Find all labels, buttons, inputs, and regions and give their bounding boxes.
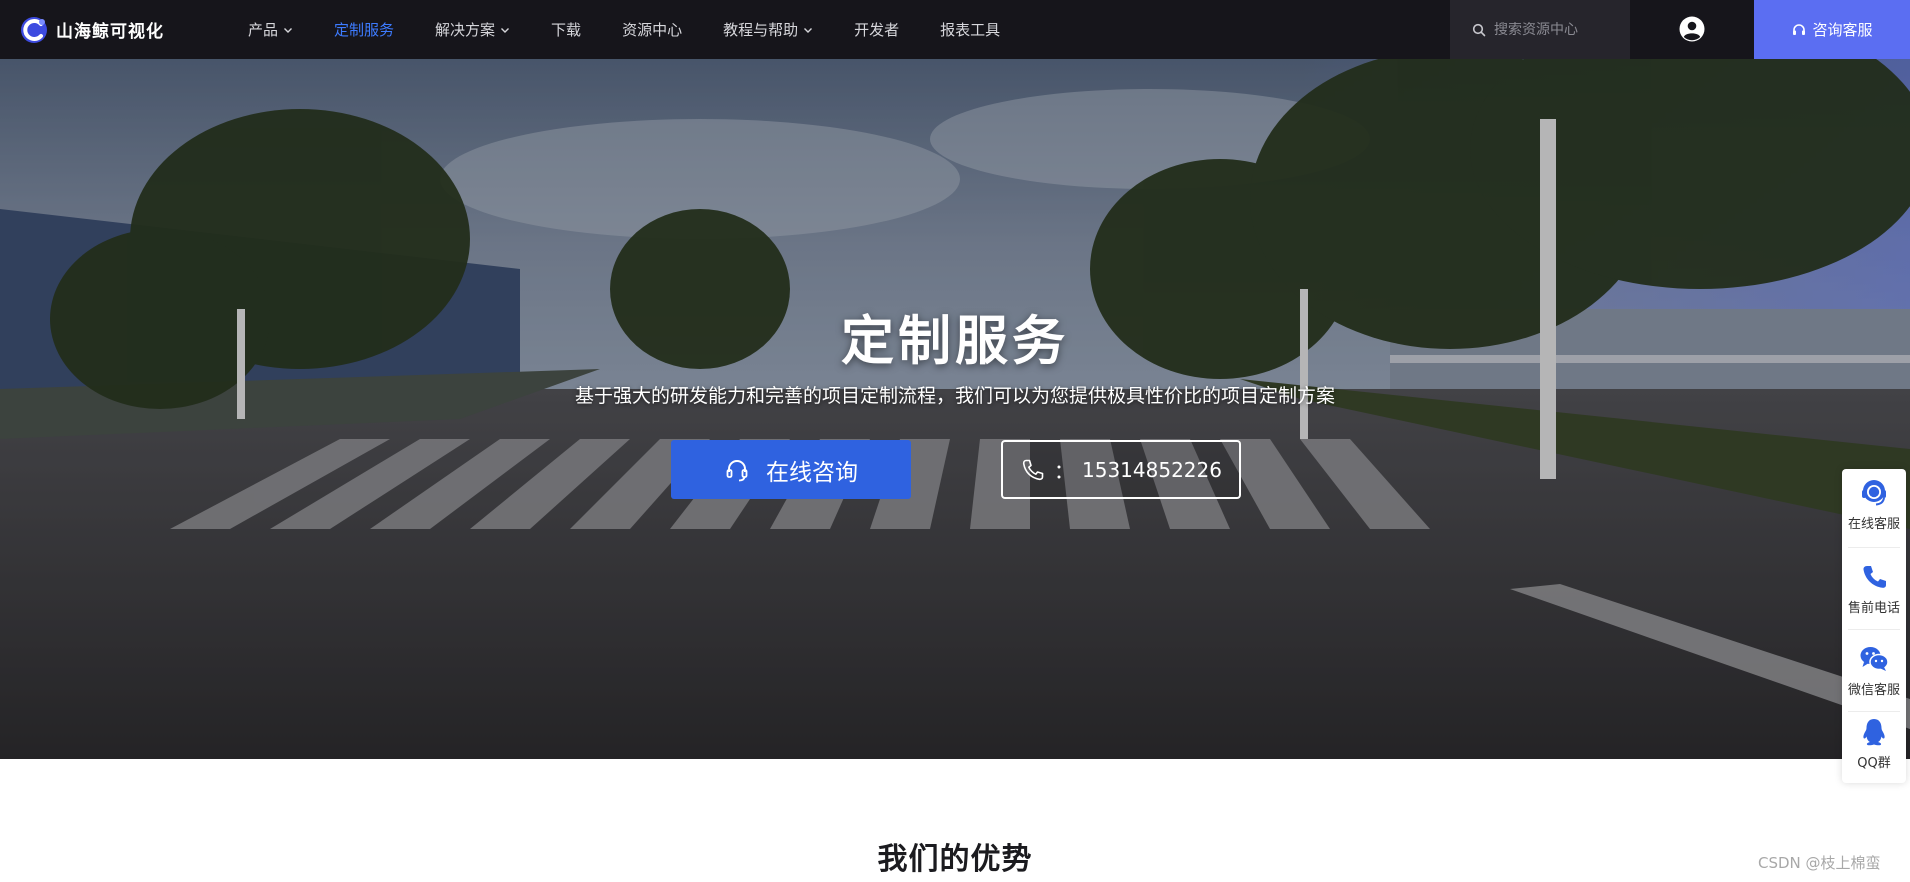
hero-banner: 定制服务 基于强大的研发能力和完善的项目定制流程，我们可以为您提供极具性价比的项… xyxy=(0,59,1910,759)
nav-item-label: 解决方案 xyxy=(435,21,496,39)
divider xyxy=(1848,547,1900,548)
nav-item-product[interactable]: 产品 xyxy=(248,19,293,40)
street-scene-background xyxy=(0,59,1910,759)
chevron-down-icon xyxy=(501,27,510,33)
phone-number: 15314852226 xyxy=(1082,457,1222,482)
nav-item-label: 定制服务 xyxy=(334,21,395,39)
headset-icon xyxy=(1793,23,1806,35)
float-item-wechat-service[interactable]: 微信客服 xyxy=(1842,643,1906,698)
nav-item-label: 报表工具 xyxy=(940,21,1001,39)
phone-consult-button[interactable]: ： 15314852226 xyxy=(1001,440,1241,499)
advantages-section-title: 我们的优势 xyxy=(877,842,1033,877)
online-consult-label: 在线咨询 xyxy=(766,459,858,486)
headset-icon xyxy=(1862,480,1886,506)
phone-prefix: ： xyxy=(1054,459,1074,483)
search-icon xyxy=(1472,23,1486,36)
float-item-label: 售前电话 xyxy=(1847,601,1900,616)
nav-item-developer[interactable]: 开发者 xyxy=(854,19,899,40)
hero-title: 定制服务 xyxy=(841,311,1069,372)
logo-text: 山海鲸可视化 xyxy=(56,22,164,42)
nav-item-label: 产品 xyxy=(248,21,279,39)
search-box[interactable] xyxy=(1450,0,1630,59)
nav-item-tutorials[interactable]: 教程与帮助 xyxy=(723,19,813,40)
divider xyxy=(1848,629,1900,630)
logo-mark-icon xyxy=(21,16,47,43)
float-item-qq-group[interactable]: QQ群 xyxy=(1842,716,1906,771)
site-logo[interactable]: 山海鲸可视化 xyxy=(20,0,164,59)
consult-service-label: 咨询客服 xyxy=(1812,21,1873,39)
headset-icon xyxy=(726,459,748,481)
float-item-online-service[interactable]: 在线客服 xyxy=(1842,477,1906,532)
csdn-watermark: CSDN @枝上棉蛮 xyxy=(1758,854,1881,872)
user-avatar-icon[interactable] xyxy=(1679,16,1705,42)
search-input[interactable] xyxy=(1494,21,1624,38)
nav-item-solutions[interactable]: 解决方案 xyxy=(435,19,510,40)
float-item-label: 在线客服 xyxy=(1847,517,1900,532)
online-consult-button[interactable]: 在线咨询 xyxy=(671,440,911,499)
qq-icon xyxy=(1863,719,1885,746)
nav-item-download[interactable]: 下载 xyxy=(551,19,581,40)
consult-service-button[interactable]: 咨询客服 xyxy=(1754,0,1910,59)
wechat-icon xyxy=(1860,647,1889,671)
divider xyxy=(1848,711,1900,712)
chevron-down-icon xyxy=(284,27,293,33)
nav-item-label: 教程与帮助 xyxy=(723,21,799,39)
nav-item-label: 开发者 xyxy=(854,21,900,39)
hero-subtitle: 基于强大的研发能力和完善的项目定制流程，我们可以为您提供极具性价比的项目定制方案 xyxy=(574,385,1335,407)
float-item-label: 微信客服 xyxy=(1847,683,1900,698)
floating-contact-bar: 在线客服 售前电话 微信客服 QQ群 xyxy=(1842,469,1906,783)
nav-item-resource-center[interactable]: 资源中心 xyxy=(622,19,682,40)
phone-icon xyxy=(1022,459,1044,480)
float-item-presale-phone[interactable]: 售前电话 xyxy=(1842,561,1906,616)
nav-item-label: 下载 xyxy=(551,21,582,39)
top-navbar: 山海鲸可视化 产品 定制服务 解决方案 下载 资源中心 教程与帮助 开发者 报表… xyxy=(0,0,1910,59)
nav-item-report-tool[interactable]: 报表工具 xyxy=(940,19,1000,40)
chevron-down-icon xyxy=(804,27,813,33)
float-item-label: QQ群 xyxy=(1857,756,1891,771)
nav-item-label: 资源中心 xyxy=(622,21,683,39)
phone-icon xyxy=(1863,566,1886,588)
nav-item-custom-service[interactable]: 定制服务 xyxy=(334,19,394,40)
main-nav: 产品 定制服务 解决方案 下载 资源中心 教程与帮助 开发者 报表工具 xyxy=(248,0,1041,59)
